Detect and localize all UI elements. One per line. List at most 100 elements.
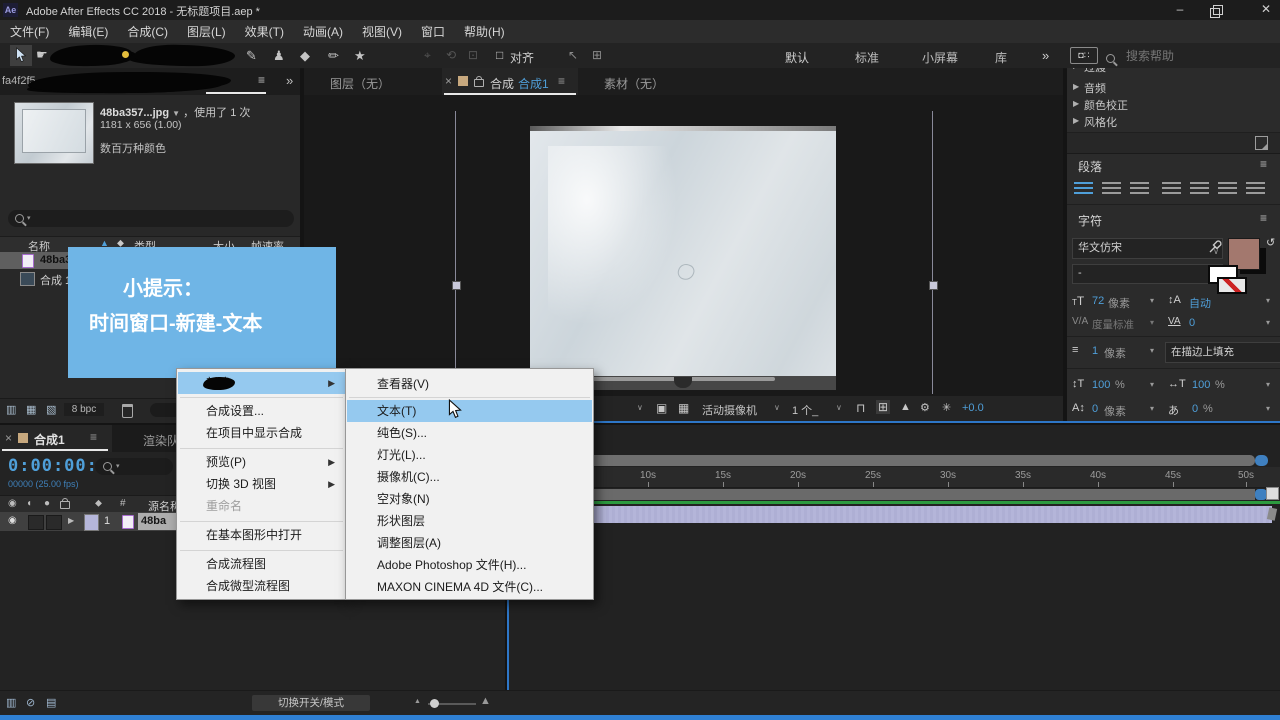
stroke-width-caret[interactable]: ▾ — [1150, 346, 1154, 355]
tracking-caret[interactable]: ▾ — [1266, 318, 1270, 327]
font-family-dropdown[interactable]: 华文仿宋∨ — [1072, 238, 1223, 259]
menu-item-comp-flowchart[interactable]: 合成流程图 — [178, 553, 345, 575]
mask-expand-icon[interactable]: ⊞ — [592, 48, 602, 62]
puppet-pin-tool[interactable]: ★ — [354, 48, 366, 64]
layer-handle-right[interactable] — [929, 281, 938, 290]
tab-composition[interactable]: × 合成 合成1 ≡ — [442, 68, 578, 95]
horizontal-scale-caret[interactable]: ▾ — [1266, 380, 1270, 389]
layer-label-swatch[interactable] — [84, 514, 99, 531]
effects-cat-1[interactable]: 音频 — [1084, 80, 1106, 96]
workspace-standard[interactable]: 标准 — [855, 49, 879, 66]
motion-blur-icon[interactable]: ⊘ — [26, 696, 35, 709]
layer-expand-icon[interactable]: ▶ — [68, 516, 74, 525]
graph-editor-icon[interactable]: ▤ — [46, 696, 56, 709]
brush-tool[interactable]: ✎ — [246, 48, 257, 64]
menu-layer[interactable]: 图层(L) — [187, 23, 226, 40]
align-right-button[interactable] — [1130, 182, 1149, 195]
submenu-item-cinema4d-file[interactable]: MAXON CINEMA 4D 文件(C)... — [347, 576, 592, 598]
submenu-item-photoshop-file[interactable]: Adobe Photoshop 文件(H)... — [347, 554, 592, 576]
align-left-button[interactable] — [1074, 182, 1093, 195]
layer-switch-box-2[interactable] — [46, 515, 62, 530]
camera-dropdown-caret[interactable]: ∨ — [774, 403, 780, 412]
menu-item-reveal-in-project[interactable]: 在项目中显示合成 — [178, 422, 345, 444]
delete-item-icon[interactable] — [122, 404, 133, 418]
character-menu-icon[interactable]: ≡ — [1260, 211, 1267, 225]
menu-item-switch-3d-view[interactable]: 切换 3D 视图▶ — [178, 473, 345, 495]
new-folder-icon[interactable]: ▦ — [26, 403, 36, 416]
footage-title-dropdown-icon[interactable]: ▼ — [172, 109, 180, 118]
submenu-item-text[interactable]: 文本(T) — [347, 400, 592, 422]
tsume-caret[interactable]: ▾ — [1266, 404, 1270, 413]
minimize-button[interactable]: – — [1168, 2, 1192, 18]
baseline-shift-value[interactable]: 0 — [1092, 403, 1098, 415]
tsume-value[interactable]: 0 — [1192, 403, 1198, 415]
layer-duration-bar[interactable] — [507, 506, 1272, 523]
timeline-tab-menu-icon[interactable]: ≡ — [90, 430, 97, 444]
footage-thumbnail[interactable] — [14, 102, 94, 164]
selection-tool[interactable] — [10, 45, 32, 66]
zoom-in-mountain-icon[interactable]: ▲ — [480, 695, 491, 707]
project-bit-depth[interactable]: 8 bpc — [64, 403, 104, 416]
menu-window[interactable]: 窗口 — [421, 23, 445, 40]
help-search-input[interactable] — [1124, 47, 1276, 65]
layer-switch-box-1[interactable] — [28, 515, 44, 530]
layer-video-icon[interactable]: ◉ — [8, 515, 17, 526]
effects-cat-2-arrow-icon[interactable]: ▶ — [1073, 99, 1079, 108]
eraser-tool[interactable]: ◆ — [300, 48, 310, 64]
exposure-reset-icon[interactable]: ✳ — [942, 401, 951, 414]
submenu-item-light[interactable]: 灯光(L)... — [347, 444, 592, 466]
tracking-value[interactable]: 0 — [1189, 317, 1195, 329]
eyedropper-icon[interactable] — [1208, 239, 1223, 254]
menu-file[interactable]: 文件(F) — [10, 23, 49, 40]
menu-item-preview[interactable]: 预览(P)▶ — [178, 451, 345, 473]
menu-animation[interactable]: 动画(A) — [303, 23, 343, 40]
stroke-width-value[interactable]: 1 — [1092, 345, 1098, 357]
clone-stamp-tool[interactable]: ♟ — [273, 48, 285, 64]
tab-lock-icon[interactable] — [474, 79, 484, 87]
resolution-dropdown-caret[interactable]: ∨ — [637, 403, 643, 412]
font-style-dropdown[interactable]: -∨ — [1072, 264, 1223, 284]
work-area-band[interactable] — [514, 489, 1255, 500]
tab-layer[interactable]: 图层（无） — [330, 75, 390, 92]
flowchart-icon[interactable]: ⚙ — [920, 401, 930, 414]
new-composition-icon[interactable]: ▧ — [46, 403, 56, 416]
timeline-graph-icon[interactable]: ▲ — [900, 401, 911, 413]
submenu-item-adjustment-layer[interactable]: 调整图层(A) — [347, 532, 592, 554]
layer-handle-left[interactable] — [452, 281, 461, 290]
view-count-caret[interactable]: ∨ — [836, 403, 842, 412]
pixel-aspect-icon[interactable]: ⊓ — [856, 401, 865, 415]
effects-cat-0-arrow-icon[interactable]: ▶ — [1073, 68, 1079, 70]
justify-last-right-button[interactable] — [1218, 182, 1237, 195]
timeline-search-field[interactable]: ▾ — [95, 458, 173, 475]
viewer-canvas[interactable] — [304, 95, 1063, 396]
justify-last-center-button[interactable] — [1190, 182, 1209, 195]
fast-previews-icon[interactable]: ⊞ — [876, 400, 890, 414]
close-button[interactable]: ✕ — [1254, 2, 1278, 18]
camera-dropdown[interactable]: 活动摄像机 — [702, 402, 757, 418]
effects-cat-3-arrow-icon[interactable]: ▶ — [1073, 116, 1079, 125]
new-panel-icon[interactable] — [1255, 136, 1268, 150]
fill-rule-dropdown[interactable]: 在描边上填充∨ — [1165, 342, 1280, 363]
timeline-tab-comp[interactable]: × 合成1 ≡ — [0, 425, 112, 452]
font-size-caret[interactable]: ▾ — [1150, 296, 1154, 305]
timeline-zoom-knob[interactable] — [430, 699, 439, 708]
menu-effect[interactable]: 效果(T) — [245, 23, 284, 40]
align-checkbox[interactable]: □ — [496, 48, 503, 62]
timeline-tab-close-icon[interactable]: × — [5, 431, 12, 445]
stroke-swatch-small[interactable] — [1217, 277, 1247, 294]
workspace-default[interactable]: 默认 — [785, 49, 809, 66]
timeline-scroll-cap[interactable] — [1255, 455, 1268, 466]
font-size-value[interactable]: 72 — [1092, 295, 1104, 307]
effects-cat-1-arrow-icon[interactable]: ▶ — [1073, 82, 1079, 91]
effects-cat-3[interactable]: 风格化 — [1084, 114, 1117, 130]
menu-help[interactable]: 帮助(H) — [464, 23, 505, 40]
workspace-switcher-icon[interactable]: ◘∷ — [1070, 47, 1098, 64]
zoom-out-mountain-icon[interactable]: ▲ — [414, 698, 421, 705]
leading-caret[interactable]: ▾ — [1266, 296, 1270, 305]
workspace-small-screen[interactable]: 小屏幕 — [922, 49, 958, 66]
menu-view[interactable]: 视图(V) — [362, 23, 402, 40]
interpret-footage-icon[interactable]: ▥ — [6, 403, 16, 416]
menu-edit[interactable]: 编辑(E) — [68, 23, 108, 40]
menu-item-comp-settings[interactable]: 合成设置... — [178, 400, 345, 422]
time-ruler[interactable]: 10s 15s 20s 25s 30s 35s 40s 45s 50s — [507, 467, 1280, 488]
